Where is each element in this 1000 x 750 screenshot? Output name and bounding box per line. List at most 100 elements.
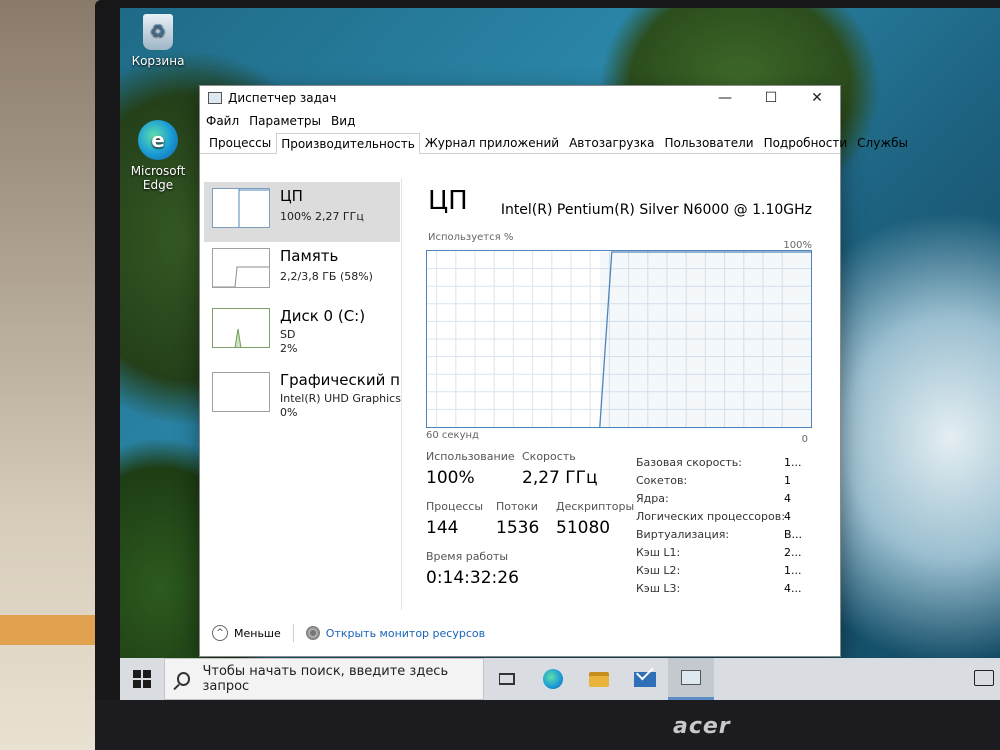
resource-detail-percent: 2% [280,342,298,355]
uptime-label: Время работы [426,550,509,563]
menu-file[interactable]: Файл [206,114,239,128]
taskbar-edge-button[interactable] [530,658,576,700]
detail-key: Кэш L1: [636,546,681,559]
detail-key: Сокетов: [636,474,688,487]
tab-performance[interactable]: Производительность [276,133,420,154]
background-shelf [0,615,110,645]
cpu-detail-panel: ЦП Intel(R) Pentium(R) Silver N6000 @ 1.… [422,178,832,610]
graph-usage-area [599,252,811,427]
tab-processes[interactable]: Процессы [204,132,276,153]
close-button[interactable]: ✕ [794,86,840,110]
windows-logo-icon [133,670,151,688]
desktop-screen: ♻ Корзина e Microsoft Edge Диспетчер зад… [120,8,1000,700]
resource-title: Графический прс [280,371,400,389]
task-view-icon [499,673,515,685]
handles-label: Дескрипторы [556,500,635,513]
minimize-button[interactable]: — [702,86,748,110]
detail-value: 4 [784,492,791,505]
processes-value: 144 [426,518,459,538]
desktop-icon-label: Microsoft Edge [130,164,186,192]
title-bar[interactable]: Диспетчер задач — ☐ ✕ [200,86,840,110]
cpu-usage-graph [426,250,812,428]
mail-icon [634,671,656,687]
resource-title: Память [280,247,339,265]
taskbar: Чтобы начать поиск, введите здесь запрос [120,658,1000,700]
task-view-button[interactable] [484,658,530,700]
detail-title: ЦП [428,186,468,216]
taskbar-search[interactable]: Чтобы начать поиск, введите здесь запрос [164,658,484,700]
handles-value: 51080 [556,518,611,538]
resource-detail: SD [280,328,296,341]
threads-label: Потоки [496,500,538,513]
taskbar-task-manager-button[interactable] [668,658,714,700]
tab-app-history[interactable]: Журнал приложений [420,132,564,153]
footer-separator [292,624,294,642]
speed-label: Скорость [522,450,576,463]
detail-key: Ядра: [636,492,669,505]
detail-value: 4... [784,582,802,595]
tab-details[interactable]: Подробности [759,132,853,153]
resource-list: ЦП 100% 2,27 ГГц Память 2,2/3,8 ГБ (58%) [204,178,402,610]
task-manager-icon [208,92,222,104]
resource-monitor-icon [305,626,320,640]
start-button[interactable] [120,658,164,700]
detail-value: 1... [784,456,802,469]
resource-title: ЦП [280,187,303,205]
graph-min: 0 [801,434,808,445]
recycle-bin-icon: ♻ [143,14,173,50]
menu-options[interactable]: Параметры [249,114,321,128]
laptop-bezel-bottom [95,700,1000,750]
folder-icon [589,671,609,687]
detail-value: 4 [784,510,791,523]
edge-icon [543,669,563,689]
memory-thumbnail-line [213,266,269,287]
resource-disk[interactable]: Диск 0 (C:) SD 2% [204,302,400,362]
gpu-thumbnail [212,372,270,412]
usage-value: 100% [426,468,475,488]
resource-memory[interactable]: Память 2,2/3,8 ГБ (58%) [204,242,400,302]
detail-value: 2... [784,546,802,559]
chevron-up-icon[interactable]: ^ [212,625,228,641]
maximize-button[interactable]: ☐ [748,86,794,110]
desktop-icon-label: Корзина [131,54,185,68]
menu-view[interactable]: Вид [331,114,355,128]
cpu-thumbnail-graph [238,189,269,227]
cpu-model: Intel(R) Pentium(R) Silver N6000 @ 1.10G… [500,202,812,218]
tab-users[interactable]: Пользователи [659,132,758,153]
resource-title: Диск 0 (C:) [280,307,366,325]
performance-pane: ЦП 100% 2,27 ГГц Память 2,2/3,8 ГБ (58%) [200,178,840,610]
notification-center-icon[interactable] [974,670,994,686]
taskbar-explorer-button[interactable] [576,658,622,700]
disk-thumbnail [212,308,270,348]
detail-key: Кэш L2: [636,564,681,577]
detail-value: 1 [784,474,791,487]
disk-thumbnail-graph [234,328,242,347]
resource-cpu[interactable]: ЦП 100% 2,27 ГГц [204,182,400,242]
resource-detail: 100% 2,27 ГГц [280,210,364,223]
desktop-icon-recycle-bin[interactable]: ♻ Корзина [126,14,190,68]
resource-detail: 2,2/3,8 ГБ (58%) [280,270,373,283]
detail-key: Базовая скорость: [636,456,742,469]
desktop-icon-edge[interactable]: e Microsoft Edge [126,120,190,192]
tab-startup[interactable]: Автозагрузка [564,132,659,153]
fewer-details-link[interactable]: Меньше [234,627,281,640]
graph-label: Используется % [428,232,514,243]
uptime-value: 0:14:32:26 [426,568,519,588]
menu-bar: Файл Параметры Вид [200,110,840,132]
detail-key: Логических процессоров: [636,510,785,523]
task-manager-window: Диспетчер задач — ☐ ✕ Файл Параметры Вид… [200,86,908,656]
resource-gpu[interactable]: Графический прс Intel(R) UHD Graphics 0% [204,366,401,426]
graph-time-span: 60 секунд [426,430,479,441]
usage-label: Использование [426,450,515,463]
detail-value: 1... [784,564,802,577]
memory-thumbnail [212,248,270,288]
detail-key: Кэш L3: [636,582,681,595]
detail-key: Виртуализация: [636,528,730,541]
cpu-thumbnail [212,188,270,228]
taskbar-mail-button[interactable] [622,658,668,700]
resource-detail: Intel(R) UHD Graphics [280,392,401,405]
open-resource-monitor-link[interactable]: Открыть монитор ресурсов [326,627,485,640]
disk-thumbnail-line [234,328,242,347]
tab-services[interactable]: Службы [852,132,913,153]
edge-icon: e [138,120,178,160]
